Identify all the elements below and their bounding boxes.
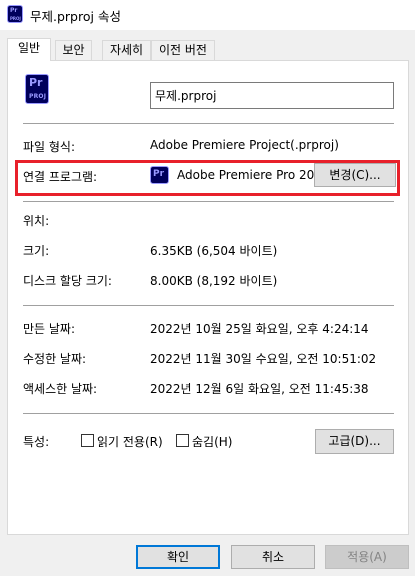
premiere-pro-icon: Pr: [150, 166, 169, 184]
file-type-label: 파일 형식:: [23, 140, 76, 154]
opens-with-label: 연결 프로그램:: [23, 170, 98, 184]
change-program-button[interactable]: 변경(C)...: [314, 163, 396, 187]
divider: [23, 123, 394, 124]
modified-label: 수정한 날짜:: [23, 352, 87, 366]
hidden-label[interactable]: 숨김(H): [192, 433, 232, 450]
modified-value: 2022년 11월 30일 수요일, 오전 10:51:02: [150, 352, 377, 366]
location-label: 위치:: [23, 214, 50, 228]
title-bar: Pr PROJ 무제.prproj 속성: [0, 0, 415, 30]
attributes-label: 특성:: [23, 435, 50, 449]
size-on-disk-label: 디스크 할당 크기:: [23, 274, 112, 288]
readonly-label[interactable]: 읽기 전용(R): [97, 433, 163, 450]
tab-security[interactable]: 보안: [55, 40, 92, 60]
tab-details[interactable]: 자세히: [102, 40, 151, 60]
premiere-file-icon: Pr PROJ: [7, 5, 23, 23]
cancel-button[interactable]: 취소: [231, 545, 315, 569]
tab-general[interactable]: 일반: [7, 38, 51, 61]
tab-previous-versions[interactable]: 이전 버전: [151, 40, 215, 60]
created-value: 2022년 10월 25일 화요일, 오후 4:24:14: [150, 322, 369, 336]
accessed-value: 2022년 12월 6일 화요일, 오전 11:45:38: [150, 382, 369, 396]
size-label: 크기:: [23, 244, 50, 258]
created-label: 만든 날짜:: [23, 322, 76, 336]
apply-button[interactable]: 적용(A): [325, 545, 409, 569]
divider: [23, 413, 394, 414]
opens-with-value: Adobe Premiere Pro 20: [177, 168, 315, 182]
size-value: 6.35KB (6,504 바이트): [150, 244, 278, 258]
filename-input[interactable]: 무제.prproj: [150, 82, 394, 109]
ok-button[interactable]: 확인: [136, 545, 220, 569]
accessed-label: 액세스한 날짜:: [23, 382, 98, 396]
general-tab-panel: Pr PROJ 무제.prproj 파일 형식: Adobe Premiere P…: [7, 60, 409, 535]
window-title: 무제.prproj 속성: [30, 9, 121, 24]
hidden-checkbox[interactable]: [176, 434, 189, 447]
divider: [23, 305, 394, 306]
premiere-file-icon: Pr PROJ: [25, 74, 49, 104]
file-type-value: Adobe Premiere Project(.prproj): [150, 138, 339, 152]
divider: [23, 201, 394, 202]
size-on-disk-value: 8.00KB (8,192 바이트): [150, 274, 278, 288]
readonly-checkbox[interactable]: [81, 434, 94, 447]
advanced-button[interactable]: 고급(D)...: [315, 429, 394, 454]
